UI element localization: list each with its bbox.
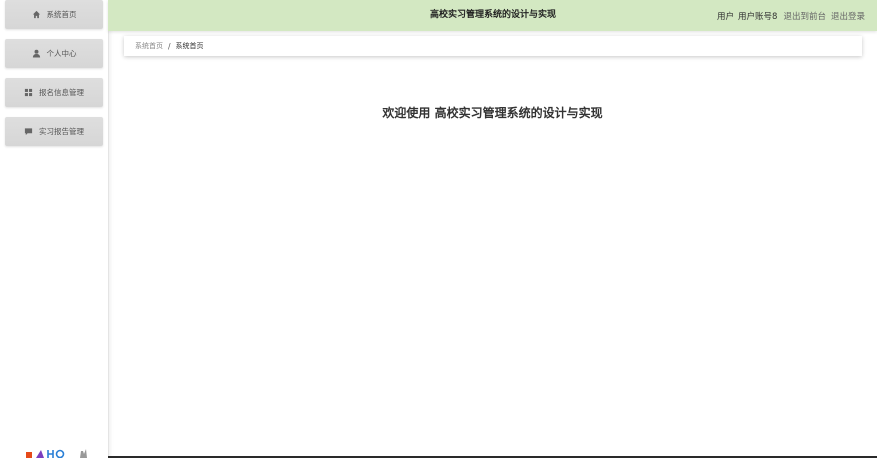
- welcome-heading: 欢迎使用 高校实习管理系统的设计与实现: [108, 104, 877, 121]
- top-header: 高校实习管理系统的设计与实现 用户 用户账号8 退出到前台 退出登录: [108, 0, 877, 31]
- sidebar-item-label: 个人中心: [46, 49, 77, 58]
- sidebar-item-label: 实习报告管理: [39, 127, 84, 136]
- breadcrumb-current: 系统首页: [175, 42, 204, 50]
- username: 用户账号8: [738, 11, 778, 22]
- chat-icon: [24, 127, 33, 136]
- sidebar-item-home[interactable]: 系统首页: [5, 0, 103, 29]
- logout-link[interactable]: 退出登录: [831, 10, 865, 22]
- logo-strip-icon: [26, 449, 87, 458]
- user-role: 用户: [717, 11, 735, 22]
- sidebar-item-report[interactable]: 实习报告管理: [5, 117, 103, 146]
- framework-logos: [24, 446, 99, 458]
- home-icon: [32, 10, 41, 19]
- sidebar-item-label: 系统首页: [46, 10, 77, 19]
- sidebar-item-profile[interactable]: 个人中心: [5, 39, 103, 68]
- user-icon: [32, 49, 41, 58]
- grid-icon: [24, 88, 33, 97]
- welcome-prefix: 欢迎使用: [382, 106, 431, 120]
- breadcrumb-separator: /: [168, 41, 171, 51]
- sidebar-item-registration[interactable]: 报名信息管理: [5, 78, 103, 107]
- app-window: 系统首页 个人中心 报名信息管理 实习报告管理 高校实习管理系统的设计与实现 用…: [0, 0, 877, 458]
- sidebar-item-label: 报名信息管理: [39, 88, 84, 97]
- breadcrumb: 系统首页 / 系统首页: [124, 36, 862, 56]
- user-info-bar: 用户 用户账号8 退出到前台 退出登录: [717, 0, 865, 31]
- welcome-title: 高校实习管理系统的设计与实现: [434, 106, 603, 120]
- system-title: 高校实习管理系统的设计与实现: [430, 10, 557, 20]
- sidebar: 系统首页 个人中心 报名信息管理 实习报告管理: [0, 0, 109, 458]
- breadcrumb-home-link[interactable]: 系统首页: [135, 41, 163, 51]
- back-to-frontend-link[interactable]: 退出到前台: [783, 10, 826, 22]
